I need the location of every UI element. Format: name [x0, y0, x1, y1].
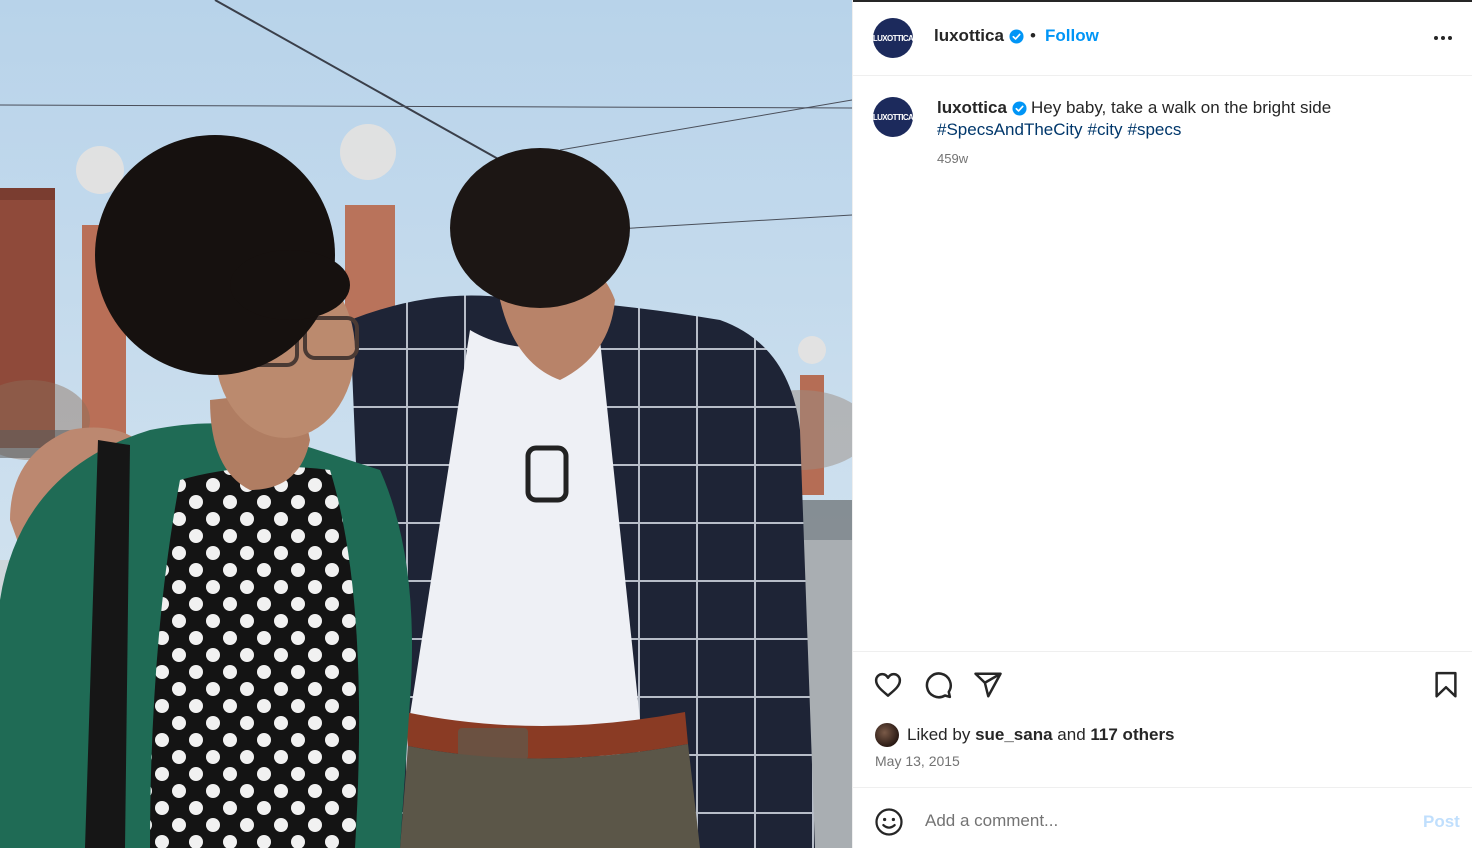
liked-by-prefix: Liked by [907, 725, 971, 744]
post-photo-illustration [0, 0, 852, 848]
hashtag-specsandthecity[interactable]: #SpecsAndTheCity [937, 120, 1083, 139]
verified-badge-icon [1012, 100, 1027, 116]
username[interactable]: luxottica [934, 26, 1004, 46]
likes-summary: Liked by sue_sana and 117 others [875, 723, 1175, 747]
username-link[interactable]: luxottica [934, 26, 1024, 46]
caption-text: Hey baby, take a walk on the bright side [1031, 98, 1332, 117]
post-age[interactable]: 459w [937, 151, 968, 166]
likes-count-link[interactable]: 117 others [1090, 725, 1174, 745]
action-bar [853, 651, 1472, 699]
separator-dot: • [1030, 26, 1036, 45]
post-comment-button[interactable]: Post [1423, 812, 1460, 832]
hashtags: #SpecsAndTheCity #city #specs [937, 120, 1186, 140]
caption-username-link[interactable]: luxottica [937, 98, 1027, 118]
caption-avatar[interactable]: LUXOTTICA [873, 97, 914, 137]
bookmark-icon[interactable] [1431, 670, 1461, 700]
liker-avatar[interactable] [875, 723, 899, 747]
comment-bubble-icon[interactable] [923, 670, 953, 700]
comment-composer: Post [853, 787, 1472, 848]
post-header: LUXOTTICA luxottica • Follow [853, 0, 1472, 76]
follow-button[interactable]: Follow [1045, 26, 1099, 46]
hashtag-city[interactable]: #city [1088, 120, 1123, 139]
comment-input[interactable] [923, 804, 1377, 838]
more-horizontal-icon[interactable] [1431, 26, 1455, 50]
paper-plane-icon[interactable] [973, 670, 1003, 700]
verified-badge-icon [1009, 28, 1024, 44]
heart-icon[interactable] [873, 670, 903, 700]
post-details-panel: LUXOTTICA luxottica • Follow LUXOTTICA l… [852, 0, 1472, 848]
post-photo[interactable] [0, 0, 852, 848]
hashtag-specs[interactable]: #specs [1128, 120, 1182, 139]
caption-username[interactable]: luxottica [937, 98, 1007, 118]
liker-username[interactable]: sue_sana [975, 725, 1053, 745]
emoji-smile-icon[interactable] [874, 807, 904, 837]
post-date[interactable]: May 13, 2015 [875, 753, 960, 769]
liked-by-and: and [1057, 725, 1086, 744]
avatar[interactable]: LUXOTTICA [873, 18, 914, 58]
